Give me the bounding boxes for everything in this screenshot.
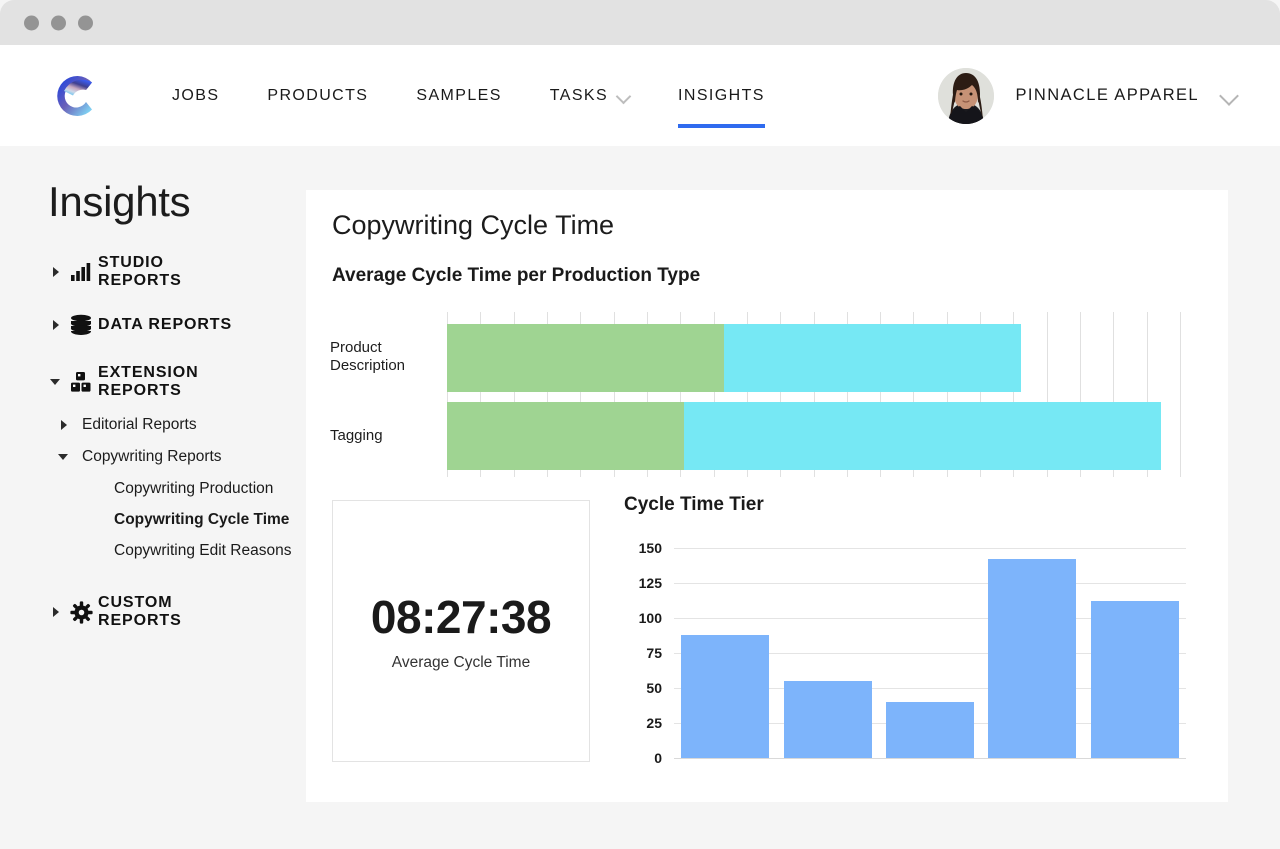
- chevron-down-icon: [617, 89, 630, 102]
- caret-right-icon: [48, 317, 64, 333]
- sidebar-item-studio-reports-label: STUDIOREPORTS: [98, 254, 182, 290]
- window-maximize-button[interactable]: [78, 15, 93, 30]
- metric-value: 08:27:38: [371, 590, 551, 644]
- gridline: [674, 758, 1186, 759]
- bar-segment[interactable]: [447, 402, 684, 470]
- sidebar-item-studio-reports[interactable]: STUDIOREPORTS: [48, 254, 298, 290]
- sidebar: Insights STUDIOREPORTS: [0, 146, 306, 849]
- y-axis-tick-label: 0: [624, 750, 662, 766]
- app-root: JOBS PRODUCTS SAMPLES TASKS INSIGHTS: [0, 0, 1280, 849]
- sidebar-item-copywriting-edit-reasons[interactable]: Copywriting Edit Reasons: [114, 542, 298, 560]
- sidebar-item-data-reports[interactable]: DATA REPORTS: [48, 314, 298, 336]
- y-axis-tick-label: 150: [624, 540, 662, 556]
- nav-link-jobs-label: JOBS: [172, 87, 219, 105]
- blocks-icon: [64, 371, 98, 393]
- report-card: Copywriting Cycle Time Average Cycle Tim…: [306, 190, 1228, 802]
- nav-link-products[interactable]: PRODUCTS: [267, 45, 368, 146]
- stacked-bar[interactable]: [447, 402, 1181, 470]
- caret-down-icon: [48, 374, 64, 390]
- avg-cycle-time-bar-chart: Product Description Tagging: [306, 312, 1228, 492]
- nav-link-insights[interactable]: INSIGHTS: [678, 45, 765, 146]
- nav-link-insights-label: INSIGHTS: [678, 87, 765, 105]
- gear-icon: [64, 601, 98, 624]
- bar-row-label: Product Description: [330, 339, 445, 376]
- page-body: Insights STUDIOREPORTS: [0, 146, 1280, 849]
- nav-link-tasks[interactable]: TASKS: [550, 45, 630, 146]
- metric-label: Average Cycle Time: [392, 654, 530, 672]
- sidebar-item-data-reports-label: DATA REPORTS: [98, 316, 232, 334]
- report-title: Copywriting Cycle Time: [332, 210, 614, 241]
- window-chrome: [0, 0, 1280, 45]
- tier-bar[interactable]: [784, 681, 872, 758]
- sidebar-nav-tree: STUDIOREPORTS: [48, 254, 298, 630]
- average-cycle-time-metric-card: 08:27:38 Average Cycle Time: [332, 500, 590, 762]
- window-traffic-lights: [24, 15, 93, 30]
- bar-segment[interactable]: [447, 324, 724, 392]
- y-axis-tick-label: 25: [624, 715, 662, 731]
- sidebar-item-copywriting-reports[interactable]: Copywriting Reports: [48, 448, 298, 466]
- tier-bar[interactable]: [988, 559, 1076, 758]
- nav-link-tasks-label: TASKS: [550, 87, 608, 105]
- top-navigation-bar: JOBS PRODUCTS SAMPLES TASKS INSIGHTS: [0, 45, 1280, 146]
- nav-link-jobs[interactable]: JOBS: [172, 45, 219, 146]
- tier-bar[interactable]: [681, 635, 769, 758]
- caret-right-icon: [48, 604, 64, 620]
- window-minimize-button[interactable]: [51, 15, 66, 30]
- y-axis-tick-label: 50: [624, 680, 662, 696]
- y-axis-tick-label: 75: [624, 645, 662, 661]
- sidebar-item-editorial-reports-label: Editorial Reports: [82, 416, 197, 434]
- nav-link-samples-label: SAMPLES: [416, 87, 501, 105]
- y-axis-tick-label: 100: [624, 610, 662, 626]
- primary-nav-links: JOBS PRODUCTS SAMPLES TASKS INSIGHTS: [172, 45, 813, 146]
- sidebar-item-custom-reports[interactable]: CUSTOMREPORTS: [48, 594, 298, 630]
- tier-bar[interactable]: [1091, 601, 1179, 758]
- bar-chart-icon: [64, 262, 98, 282]
- cycle-time-tier-plot: 0255075100125150: [624, 548, 1186, 758]
- sidebar-item-editorial-reports[interactable]: Editorial Reports: [48, 416, 298, 434]
- sidebar-item-copywriting-cycle-time[interactable]: Copywriting Cycle Time: [114, 511, 298, 529]
- sidebar-item-custom-reports-label: CUSTOMREPORTS: [98, 594, 182, 630]
- cycle-time-tier-chart: Cycle Time Tier 0 25 50 75 100 125 150: [606, 494, 1206, 766]
- caret-right-icon: [48, 264, 64, 280]
- sidebar-item-extension-reports[interactable]: EXTENSIONREPORTS: [48, 364, 298, 400]
- window-close-button[interactable]: [24, 15, 39, 30]
- tier-bar[interactable]: [886, 702, 974, 758]
- tier-bars: [674, 548, 1186, 758]
- cycle-time-tier-title: Cycle Time Tier: [624, 494, 764, 516]
- bar-chart-row: Product Description: [306, 324, 1228, 392]
- sidebar-item-extension-reports-label: EXTENSIONREPORTS: [98, 364, 199, 400]
- bar-segment[interactable]: [684, 402, 1161, 470]
- report-subtitle: Average Cycle Time per Production Type: [332, 265, 700, 287]
- chevron-down-icon: [1221, 87, 1238, 104]
- stacked-bar[interactable]: [447, 324, 1181, 392]
- y-axis-tick-label: 125: [624, 575, 662, 591]
- nav-link-samples[interactable]: SAMPLES: [416, 45, 501, 146]
- sidebar-item-copywriting-reports-label: Copywriting Reports: [82, 448, 222, 466]
- database-icon: [64, 314, 98, 336]
- account-menu[interactable]: PINNACLE APPAREL: [938, 68, 1239, 124]
- sidebar-item-copywriting-production[interactable]: Copywriting Production: [114, 480, 298, 498]
- avatar: [938, 68, 994, 124]
- nav-link-products-label: PRODUCTS: [267, 87, 368, 105]
- bar-row-label: Tagging: [330, 427, 445, 445]
- caret-down-icon: [56, 449, 72, 465]
- account-name-label: PINNACLE APPAREL: [1016, 86, 1200, 105]
- bar-chart-row: Tagging: [306, 402, 1228, 470]
- brand-logo-icon[interactable]: [48, 67, 106, 125]
- caret-right-icon: [56, 417, 72, 433]
- bar-segment[interactable]: [724, 324, 1021, 392]
- page-title: Insights: [48, 178, 190, 226]
